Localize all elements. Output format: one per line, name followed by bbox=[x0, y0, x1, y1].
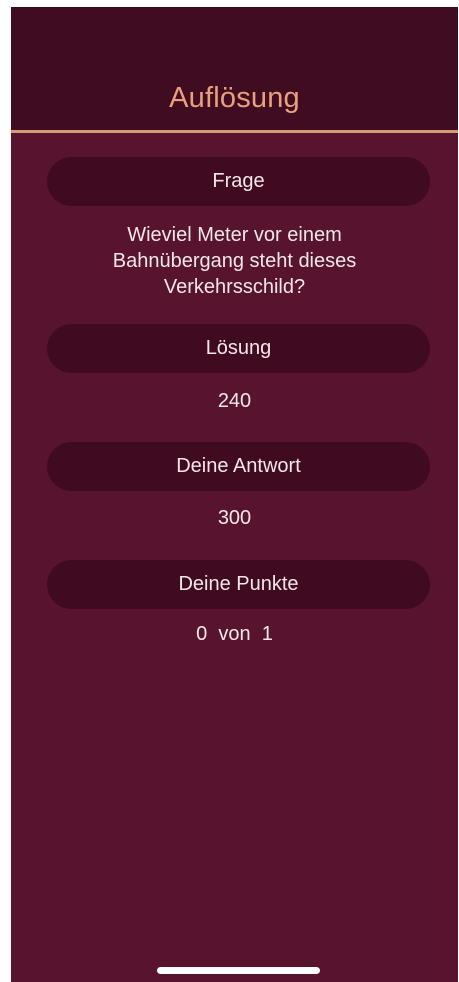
solution-label-pill: Lösung bbox=[47, 324, 430, 373]
solution-value: 240 bbox=[217, 390, 252, 412]
app-screen: Auflösung Frage Wieviel Meter vor einem … bbox=[11, 7, 458, 982]
points-label-pill: Deine Punkte bbox=[47, 560, 430, 609]
answer-label: Deine Antwort bbox=[176, 455, 301, 477]
question-label: Frage bbox=[212, 170, 265, 192]
header-bar: Auflösung bbox=[11, 7, 458, 130]
home-indicator[interactable] bbox=[157, 967, 320, 974]
answer-label-pill: Deine Antwort bbox=[47, 442, 430, 491]
solution-label: Lösung bbox=[205, 337, 272, 359]
question-label-pill: Frage bbox=[47, 157, 430, 206]
points-value: 0 von 1 bbox=[196, 623, 273, 645]
question-text: Wieviel Meter vor einem Bahnübergang ste… bbox=[112, 224, 357, 298]
answer-value: 300 bbox=[217, 507, 252, 529]
page-title: Auflösung bbox=[169, 82, 300, 114]
points-label: Deine Punkte bbox=[178, 573, 299, 595]
header-divider bbox=[11, 130, 458, 133]
